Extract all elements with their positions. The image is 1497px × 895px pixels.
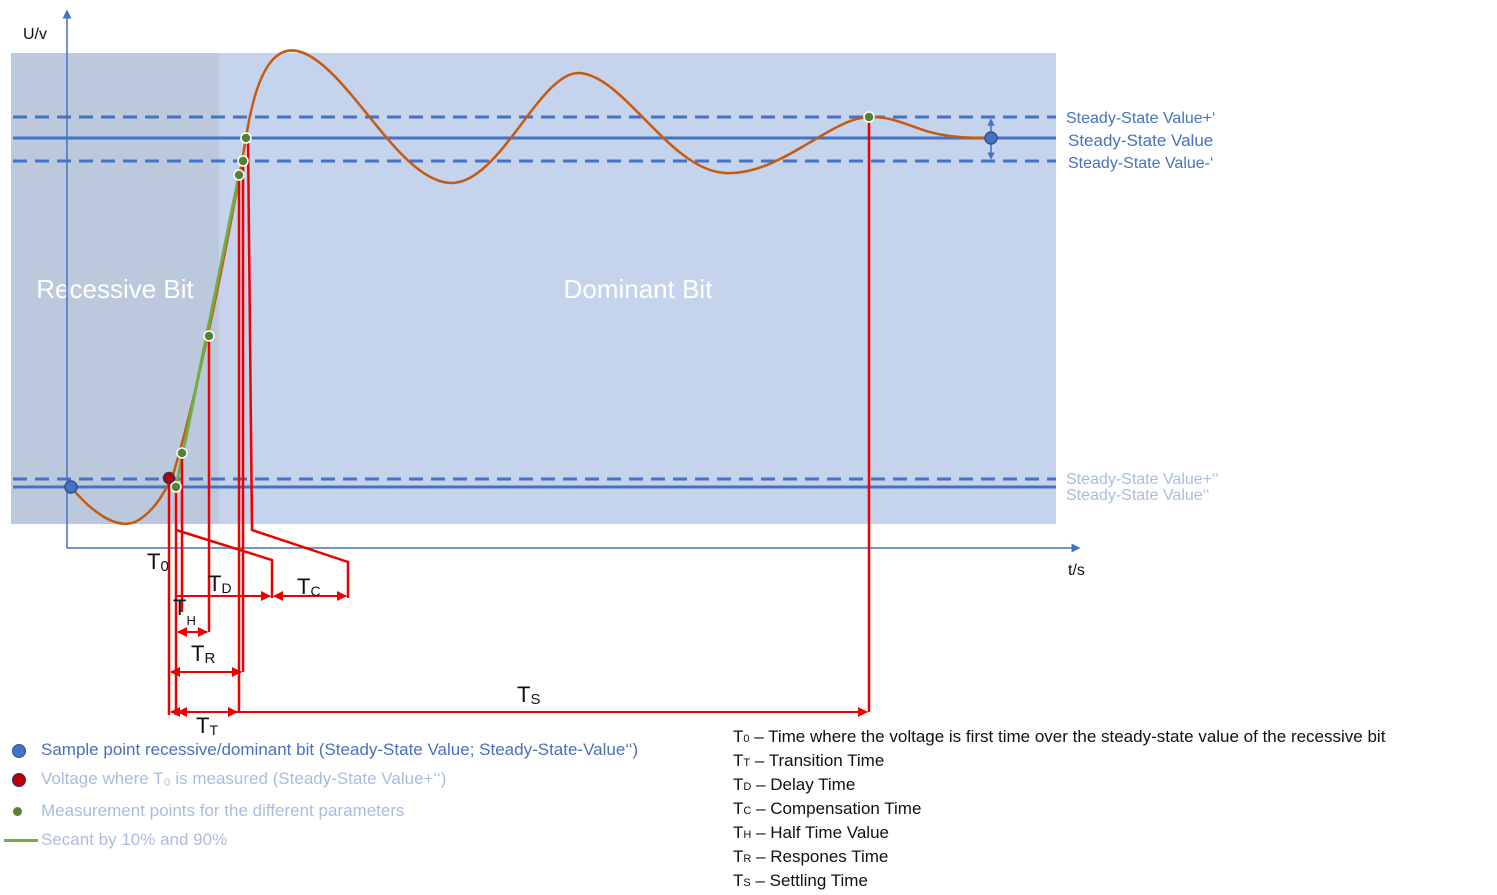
blue-dot-icon — [12, 744, 26, 758]
definition-item: TR – Respones Time — [733, 847, 889, 866]
legend-text: Voltage where T₀ is measured (Steady-Sta… — [41, 769, 447, 788]
recessive-bit-label: Recessive Bit — [36, 274, 194, 304]
x-axis-label: t/s — [1068, 562, 1085, 579]
definition-item: T0 – Time where the voltage is first tim… — [733, 727, 1386, 746]
definition-item: TC – Compensation Time — [733, 799, 922, 818]
t0-point — [162, 471, 176, 485]
ts-label: TS — [517, 682, 540, 708]
green-point — [176, 447, 188, 459]
y-axis-label: U/v — [23, 26, 47, 43]
green-line-icon — [4, 839, 38, 842]
tr-label: TR — [191, 641, 215, 667]
label-steady-state-plus: Steady-State Value+‘ — [1066, 110, 1216, 127]
label-steady-state-plus-lower: Steady-State Value+‘‘ — [1066, 471, 1219, 488]
legend-text: Measurement points for the different par… — [41, 801, 405, 820]
definition-item: TD – Delay Time — [733, 775, 856, 794]
green-point — [170, 481, 182, 493]
sample-point-upper — [984, 131, 998, 145]
green-point — [233, 169, 245, 181]
definition-item: TT – Transition Time — [733, 751, 885, 770]
green-point — [203, 330, 215, 342]
dominant-bit-label: Dominant Bit — [564, 274, 714, 304]
sample-point-lower — [64, 480, 78, 494]
tc-label: TC — [297, 574, 321, 599]
green-point — [240, 132, 252, 144]
green-point — [863, 111, 875, 123]
legend-text: Sample point recessive/dominant bit (Ste… — [41, 740, 639, 759]
green-dot-icon — [13, 807, 22, 816]
red-dot-icon — [12, 773, 26, 787]
label-steady-state-minus: Steady-State Value-‘ — [1068, 155, 1214, 172]
label-steady-state-lower: Steady-State Value‘‘ — [1066, 487, 1210, 504]
legend-text: Secant by 10% and 90% — [41, 830, 228, 849]
definition-item: TS – Settling Time — [733, 871, 868, 890]
definition-item: TH – Half Time Value — [733, 823, 889, 842]
green-point — [237, 155, 249, 167]
td-label: TD — [208, 571, 232, 596]
tt-label: TT — [196, 713, 218, 738]
label-steady-state: Steady-State Value — [1068, 131, 1213, 150]
t0-label: T0 — [147, 549, 169, 575]
